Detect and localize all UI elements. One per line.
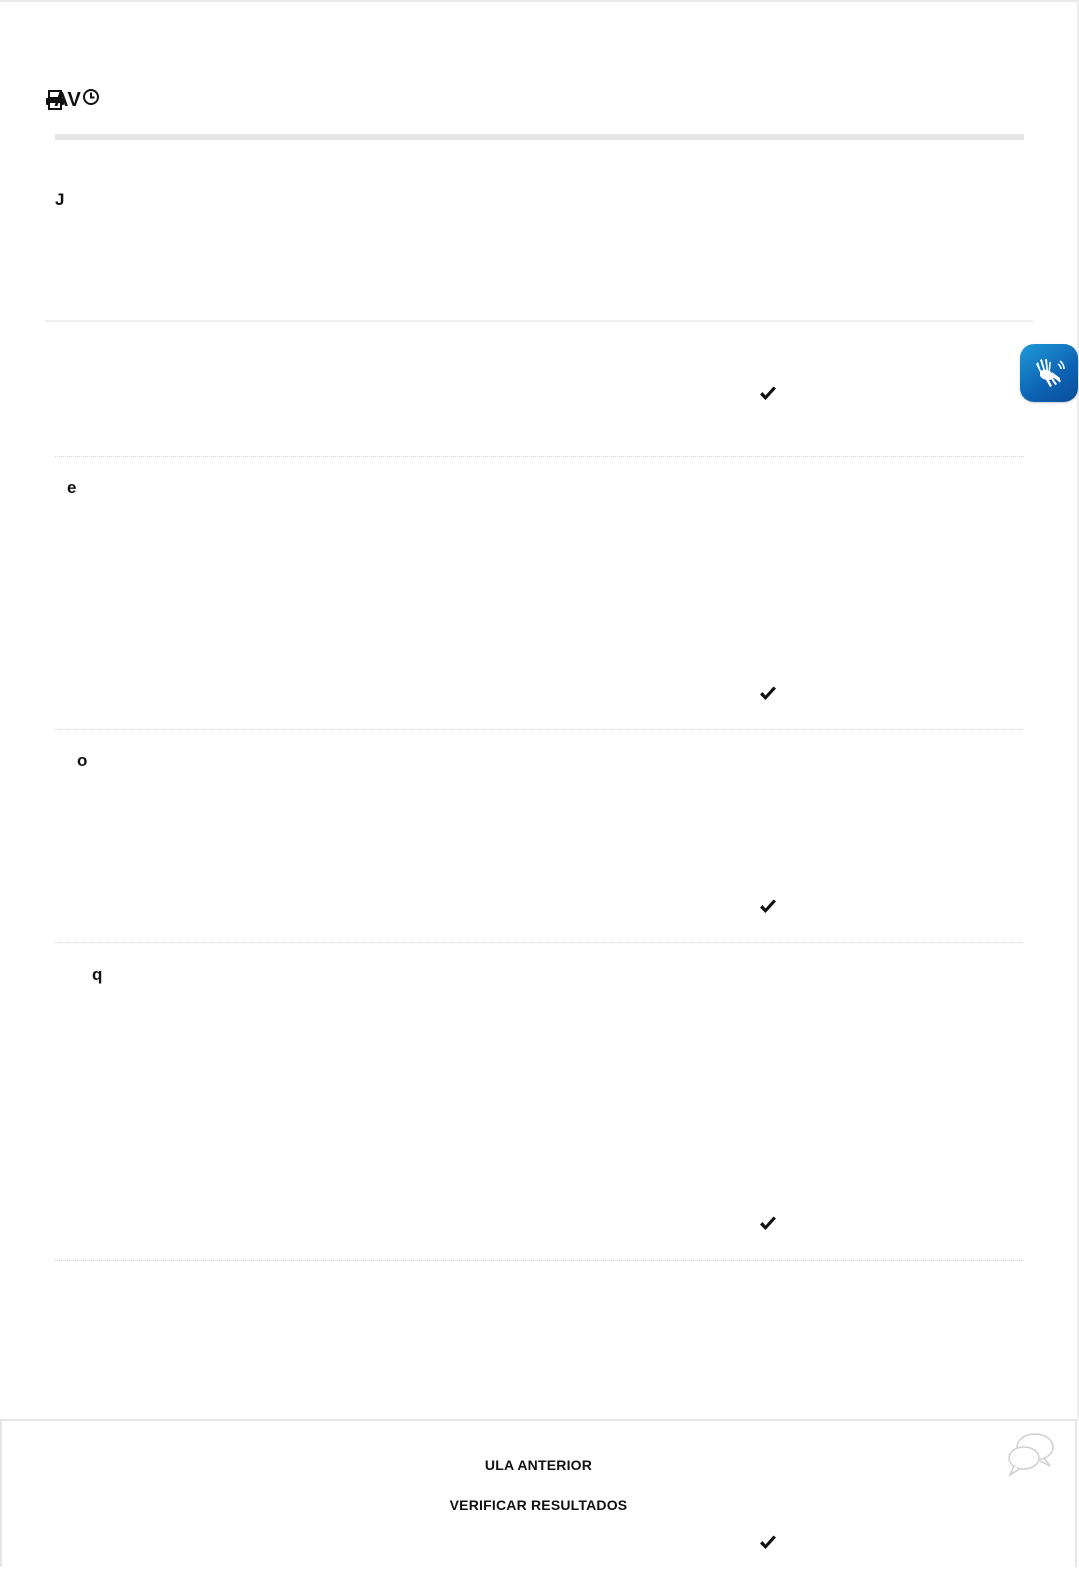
clock-icon[interactable]	[82, 88, 100, 106]
section-label-4: q	[92, 965, 103, 984]
section-label-3: o	[77, 751, 88, 770]
section-label-1: J	[55, 190, 65, 209]
footer-bar	[0, 1419, 1077, 1567]
page-title: AV	[54, 89, 82, 111]
sign-language-button[interactable]	[1020, 344, 1078, 402]
check-icon	[760, 899, 776, 913]
verify-results-button[interactable]: VERIFICAR RESULTADOS	[0, 1497, 1077, 1513]
check-icon	[760, 686, 776, 700]
check-icon	[760, 386, 776, 400]
question-separator	[55, 1260, 1024, 1261]
sign-language-hands-icon	[1036, 359, 1065, 387]
page-top-border	[0, 0, 1079, 2]
check-icon	[760, 1535, 776, 1549]
question-separator	[55, 729, 1024, 730]
previous-lesson-button[interactable]: ULA ANTERIOR	[0, 1457, 1077, 1473]
section-divider	[45, 320, 1033, 322]
header-underline	[55, 134, 1024, 140]
question-separator	[55, 456, 1024, 457]
chat-bubbles-icon[interactable]	[1004, 1430, 1056, 1478]
question-separator	[55, 942, 1024, 943]
check-icon	[760, 1216, 776, 1230]
section-label-2: e	[67, 478, 77, 497]
